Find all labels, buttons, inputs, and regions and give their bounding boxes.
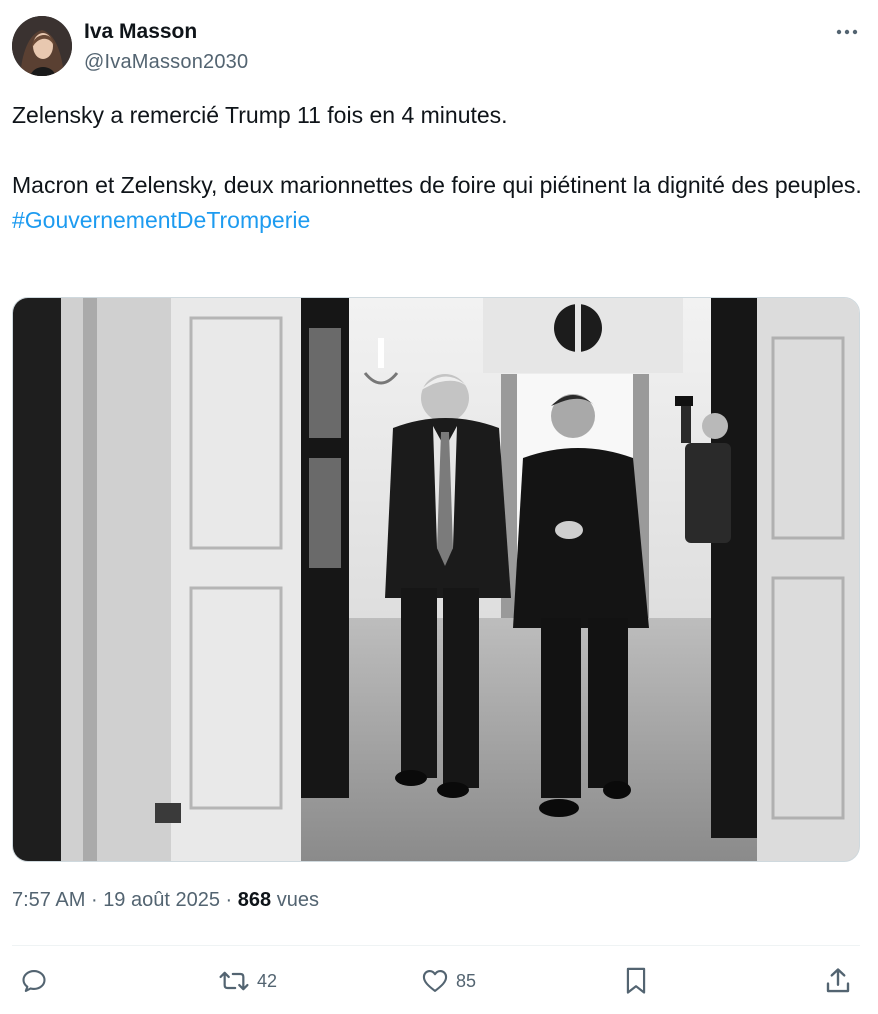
tweet-line-1: Zelensky a remercié Trump 11 fois en 4 m… [12, 102, 508, 128]
reply-icon [22, 970, 46, 992]
share-button[interactable] [823, 963, 853, 999]
retweet-button[interactable]: 42 [217, 963, 277, 999]
divider [12, 945, 860, 946]
bookmark-icon [626, 967, 646, 994]
like-button[interactable]: 85 [420, 963, 476, 999]
like-count: 85 [456, 970, 477, 991]
photo-illustration [13, 298, 859, 861]
avatar[interactable] [12, 16, 72, 76]
tweet-date[interactable]: 19 août 2025 [103, 889, 220, 911]
reply-button[interactable] [20, 963, 48, 999]
share-icon [826, 968, 850, 993]
tweet-time[interactable]: 7:57 AM [12, 889, 85, 911]
bookmark-button[interactable] [622, 963, 650, 999]
retweet-count: 42 [257, 970, 278, 991]
tweet-text: Zelensky a remercié Trump 11 fois en 4 m… [12, 98, 862, 238]
retweet-icon [219, 971, 249, 991]
views-count: 868 [237, 889, 272, 911]
tweet-photo[interactable] [12, 297, 860, 862]
avatar-image [12, 16, 72, 76]
meta-separator: · [225, 889, 233, 911]
views-label: vues [276, 889, 319, 911]
meta-separator: · [90, 889, 98, 911]
tweet-line-2: Macron et Zelensky, deux marionnettes de… [12, 172, 862, 198]
tweet-meta: 7:57 AM · 19 août 2025 · 868 vues [12, 889, 319, 912]
more-options-button[interactable] [832, 18, 862, 46]
author-name[interactable]: Iva Masson [84, 20, 197, 44]
heart-icon [422, 970, 448, 992]
author-handle[interactable]: @IvaMasson2030 [84, 51, 248, 74]
more-icon [836, 29, 858, 35]
hashtag-link[interactable]: #GouvernementDeTromperie [12, 207, 310, 233]
